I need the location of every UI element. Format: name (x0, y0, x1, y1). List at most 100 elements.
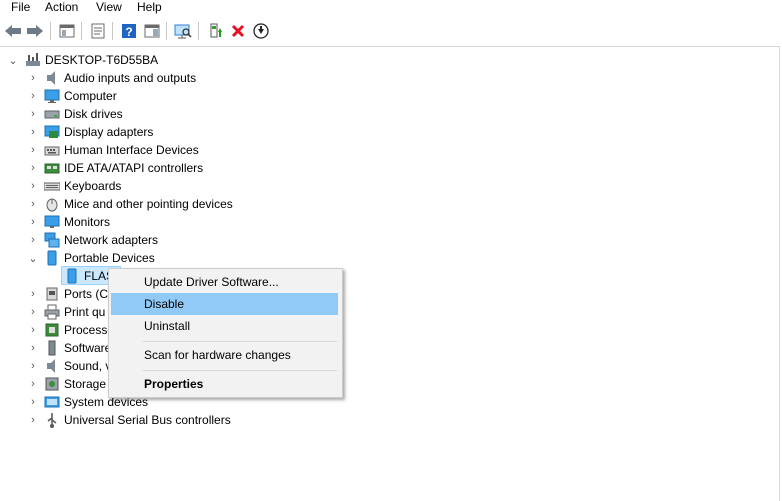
tree-item-label: Display adapters (64, 125, 154, 139)
tree-item-label: Keyboards (64, 179, 122, 193)
tree-item-sound[interactable]: Sound, v (44, 357, 111, 375)
hid-keyboard-icon (44, 142, 60, 158)
tree-item-label: Sound, v (64, 359, 112, 373)
menu-file[interactable]: File (10, 0, 31, 16)
tree-item-label: Disk drives (64, 107, 123, 121)
action-pane-icon[interactable] (142, 21, 162, 41)
menu-item-properties[interactable]: Properties (111, 373, 338, 395)
uninstall-x-icon[interactable] (228, 21, 248, 41)
keyboard-icon (43, 178, 61, 194)
disable-device-icon[interactable] (251, 21, 271, 41)
mouse-icon (44, 196, 60, 212)
expand-chevron-right-icon[interactable]: › (27, 177, 39, 195)
portable-device-icon (64, 268, 80, 284)
menu-view[interactable]: View (95, 0, 123, 16)
tree-item-label: IDE ATA/ATAPI controllers (64, 161, 204, 175)
tree-item-disk-drives[interactable]: Disk drives (44, 105, 123, 123)
tree-item-label: Storage (64, 377, 107, 391)
tree-item-usb[interactable]: Universal Serial Bus controllers (44, 411, 231, 429)
expand-chevron-right-icon[interactable]: › (27, 105, 39, 123)
tree-item-label: Print qu (64, 305, 106, 319)
help-icon[interactable]: ? (119, 21, 139, 41)
tree-item-audio[interactable]: Audio inputs and outputs (44, 69, 196, 87)
tree-item-label: Network adapters (64, 233, 159, 247)
tree-item-keyboards[interactable]: Keyboards (43, 177, 122, 195)
monitor-icon (44, 214, 60, 230)
disk-drive-icon (44, 106, 60, 122)
context-menu: Update Driver Software... Disable Uninst… (108, 268, 343, 398)
expand-chevron-right-icon[interactable]: › (27, 159, 39, 177)
tree-item-portable-devices[interactable]: Portable Devices (44, 249, 155, 267)
port-icon (44, 286, 60, 302)
update-driver-icon[interactable] (205, 21, 225, 41)
tree-item-network[interactable]: Network adapters (44, 231, 158, 249)
software-device-icon (44, 340, 60, 356)
menu-help[interactable]: Help (136, 0, 163, 16)
tree-item-label: Software (64, 341, 112, 355)
menu-separator (143, 341, 337, 342)
tree-item-processors[interactable]: Processo (44, 321, 114, 339)
monitor-icon (44, 88, 60, 104)
tree-item-mice[interactable]: Mice and other pointing devices (44, 195, 233, 213)
scan-hardware-icon[interactable] (173, 21, 193, 41)
expand-chevron-down-icon[interactable]: ⌄ (7, 51, 19, 69)
expand-chevron-right-icon[interactable]: › (27, 411, 39, 429)
expand-chevron-right-icon[interactable]: › (27, 357, 39, 375)
expand-chevron-right-icon[interactable]: › (27, 285, 39, 303)
storage-controller-icon (44, 376, 60, 392)
tree-item-print-queues[interactable]: Print qu (44, 303, 105, 321)
expand-chevron-right-icon[interactable]: › (27, 195, 39, 213)
tree-item-computer[interactable]: Computer (44, 87, 117, 105)
menu-item-scan-hardware[interactable]: Scan for hardware changes (111, 344, 338, 366)
system-device-icon (44, 394, 60, 410)
tree-root-label: DESKTOP-T6D55BA (45, 53, 159, 67)
tree-item-hid[interactable]: Human Interface Devices (44, 141, 199, 159)
tree-item-label: Processo (64, 323, 115, 337)
tree-item-storage[interactable]: Storage (44, 375, 106, 393)
expand-chevron-right-icon[interactable]: › (27, 375, 39, 393)
tree-item-label: Ports (C (64, 287, 109, 301)
collapse-chevron-down-icon[interactable]: ⌄ (27, 249, 39, 267)
tree-item-ports[interactable]: Ports (C (44, 285, 108, 303)
computer-root-icon (25, 52, 41, 68)
expand-chevron-right-icon[interactable]: › (27, 321, 39, 339)
tree-root[interactable]: DESKTOP-T6D55BA (25, 51, 158, 69)
menu-separator (143, 370, 337, 371)
ide-controller-icon (44, 160, 60, 176)
expand-chevron-right-icon[interactable]: › (27, 303, 39, 321)
speaker-icon (44, 70, 60, 86)
expand-chevron-right-icon[interactable]: › (27, 339, 39, 357)
back-arrow-icon[interactable] (3, 21, 23, 41)
tree-item-display-adapters[interactable]: Display adapters (44, 123, 153, 141)
properties-icon[interactable] (88, 21, 108, 41)
menu-item-uninstall[interactable]: Uninstall (111, 315, 338, 337)
expand-chevron-right-icon[interactable]: › (27, 69, 39, 87)
tree-item-label: Audio inputs and outputs (64, 71, 197, 85)
network-adapter-icon (44, 232, 60, 248)
forward-arrow-icon[interactable] (25, 21, 45, 41)
portable-device-icon (44, 250, 60, 266)
console-tree-icon[interactable] (57, 21, 77, 41)
tree-item-ide[interactable]: IDE ATA/ATAPI controllers (44, 159, 203, 177)
menu-item-update-driver[interactable]: Update Driver Software... (111, 271, 338, 293)
speaker-icon (44, 358, 60, 374)
expand-chevron-right-icon[interactable]: › (27, 141, 39, 159)
svg-text:?: ? (125, 25, 132, 39)
menu-action[interactable]: Action (44, 0, 79, 16)
tree-item-label: Monitors (64, 215, 111, 229)
expand-chevron-right-icon[interactable]: › (27, 213, 39, 231)
expand-chevron-right-icon[interactable]: › (27, 87, 39, 105)
tree-item-software[interactable]: Software (44, 339, 111, 357)
tree-item-monitors[interactable]: Monitors (44, 213, 110, 231)
expand-chevron-right-icon[interactable]: › (27, 393, 39, 411)
tree-item-label: Universal Serial Bus controllers (64, 413, 231, 427)
menu-bar: File Action View Help (0, 0, 782, 18)
tree-item-label: Computer (64, 89, 117, 103)
menu-item-disable[interactable]: Disable (111, 293, 338, 315)
expand-chevron-right-icon[interactable]: › (27, 123, 39, 141)
expand-chevron-right-icon[interactable]: › (27, 231, 39, 249)
processor-icon (44, 322, 60, 338)
toolbar: ? (0, 18, 782, 44)
usb-icon (44, 412, 60, 428)
tree-item-label: Mice and other pointing devices (64, 197, 233, 211)
